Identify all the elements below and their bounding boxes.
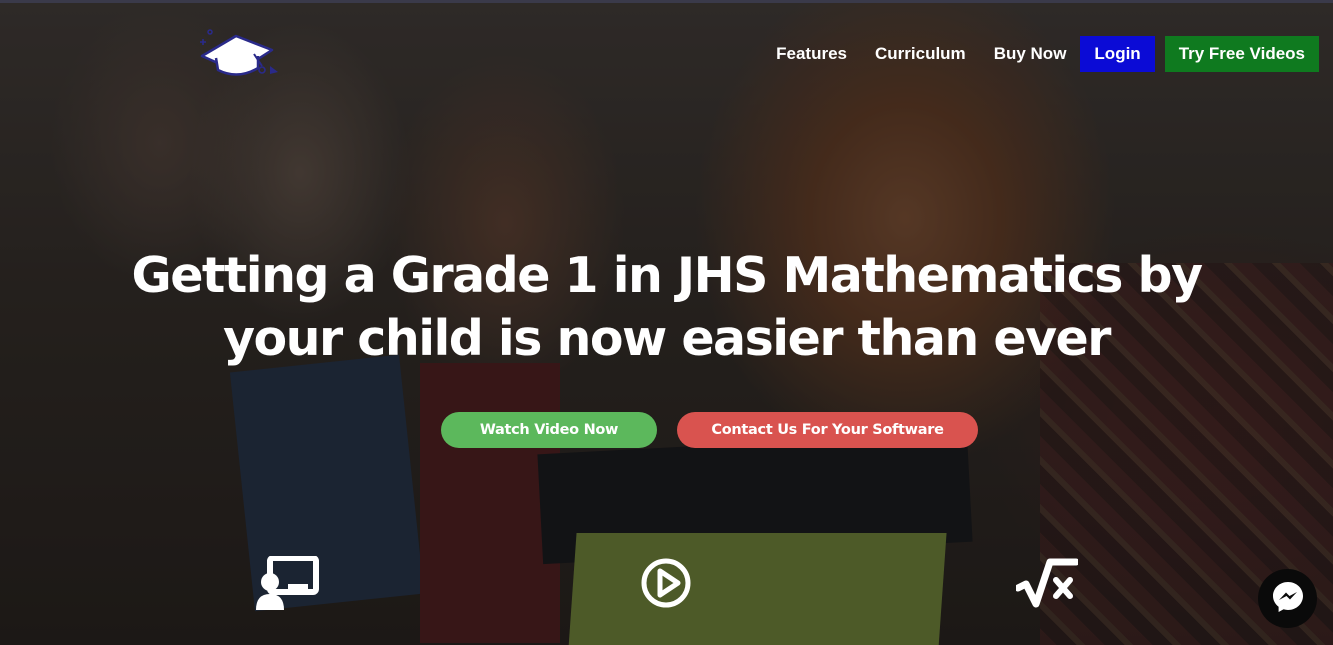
hero-headline: Getting a Grade 1 in JHS Mathematics by … [0, 244, 1333, 370]
nav-buy-now-link[interactable]: Buy Now [980, 37, 1081, 71]
nav-curriculum-link[interactable]: Curriculum [861, 37, 980, 71]
hero-headline-line-2: your child is now easier than ever [223, 310, 1111, 367]
try-free-videos-button[interactable]: Try Free Videos [1164, 36, 1319, 72]
main-nav: Features Curriculum Buy Now Login Try Fr… [762, 36, 1319, 72]
play-circle-icon[interactable] [640, 557, 692, 613]
login-button[interactable]: Login [1080, 36, 1155, 72]
messenger-chat-button[interactable] [1258, 569, 1317, 628]
hero-headline-line-1: Getting a Grade 1 in JHS Mathematics by [131, 247, 1203, 304]
classroom-teacher-icon [254, 555, 320, 616]
nav-features-link[interactable]: Features [762, 37, 861, 71]
square-root-icon [1014, 558, 1080, 614]
messenger-icon [1271, 580, 1305, 618]
graduation-cap-logo[interactable] [196, 26, 282, 78]
watch-video-button[interactable]: Watch Video Now [441, 412, 657, 448]
contact-us-button[interactable]: Contact Us For Your Software [677, 412, 978, 448]
